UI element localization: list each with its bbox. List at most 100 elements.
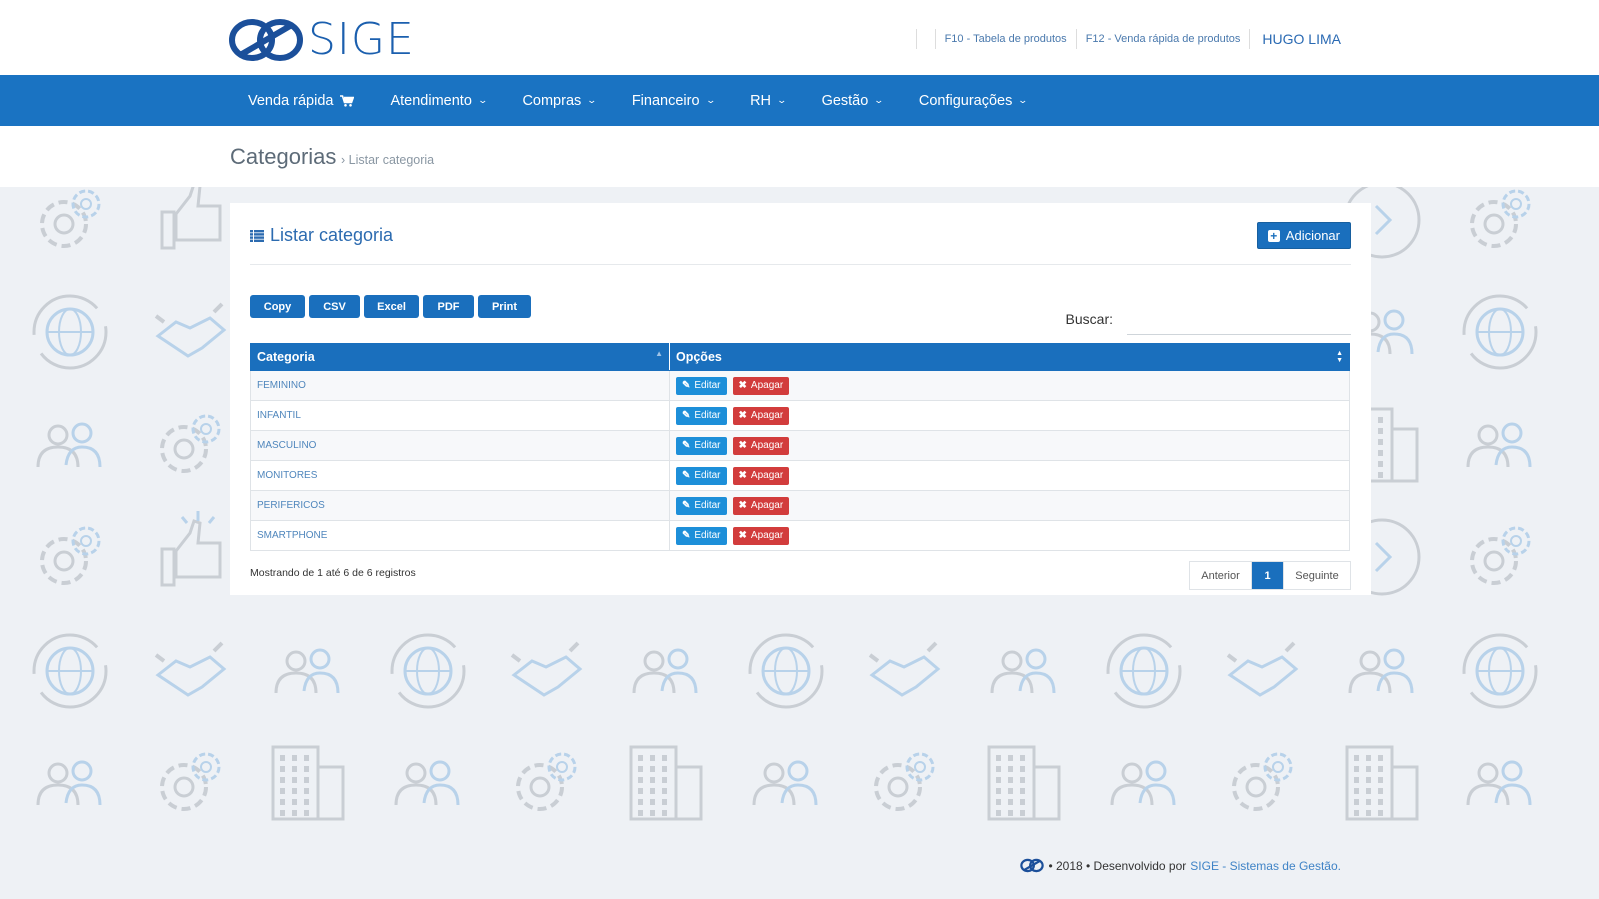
copy-button[interactable]: Copy xyxy=(250,295,305,318)
breadcrumb: › Listar categoria xyxy=(341,153,434,167)
people-pattern-icon xyxy=(1110,760,1176,806)
footer: • 2018 • Desenvolvido por SIGE - Sistema… xyxy=(1020,858,1341,873)
delete-button[interactable]: ✖ Apagar xyxy=(732,436,790,455)
divider xyxy=(250,264,1351,265)
edit-button-label: Editar xyxy=(694,410,721,421)
people-pattern-icon xyxy=(36,760,102,806)
gear-pattern-icon xyxy=(874,752,935,811)
edit-button[interactable]: ✎ Editar xyxy=(676,376,727,395)
nav-compras[interactable]: Compras ⌄ xyxy=(504,75,613,126)
footer-brand-link[interactable]: SIGE - Sistemas de Gestão. xyxy=(1190,859,1341,873)
list-card: Listar categoria + Adicionar Copy CSV Ex… xyxy=(230,203,1371,595)
sort-asc-icon: ▲ xyxy=(655,349,663,358)
pencil-icon: ✎ xyxy=(682,530,691,541)
delete-button[interactable]: ✖ Apagar xyxy=(732,526,790,545)
hand-pattern-icon xyxy=(1226,641,1299,697)
page-1-button[interactable]: 1 xyxy=(1252,562,1283,589)
next-page-button[interactable]: Seguinte xyxy=(1283,562,1350,589)
breadcrumb-current: Listar categoria xyxy=(348,153,435,167)
user-menu[interactable]: HUGO LIMA xyxy=(1262,31,1341,47)
chevron-down-icon: ⌄ xyxy=(705,95,716,105)
pdf-button[interactable]: PDF xyxy=(423,295,474,318)
edit-button[interactable]: ✎ Editar xyxy=(676,436,727,455)
pencil-icon: ✎ xyxy=(682,410,691,421)
column-header-opcoes[interactable]: Opções ▲ ▼ xyxy=(669,343,1350,371)
delete-button-label: Apagar xyxy=(750,380,784,391)
globe-pattern-icon xyxy=(390,633,466,709)
hand-pattern-icon xyxy=(154,641,227,697)
page-header: Categorias › Listar categoria xyxy=(0,126,1599,187)
top-header: SIGE F10 - Tabela de produtos F12 - Vend… xyxy=(0,0,1599,75)
pencil-icon: ✎ xyxy=(682,440,691,451)
search-input[interactable] xyxy=(1127,306,1351,335)
nav-configuracoes[interactable]: Configurações ⌄ xyxy=(901,75,1045,126)
excel-button[interactable]: Excel xyxy=(364,295,419,318)
category-name-cell[interactable]: PERIFERICOS xyxy=(250,490,670,521)
sort-icon: ▲ ▼ xyxy=(1336,350,1343,364)
edit-button[interactable]: ✎ Editar xyxy=(676,526,727,545)
close-icon: ✖ xyxy=(738,470,747,481)
main-nav: Venda rápida Atendimento ⌄ Compras ⌄ Finan… xyxy=(0,75,1599,126)
chevron-down-icon: ⌄ xyxy=(586,95,598,105)
category-name-cell[interactable]: MASCULINO xyxy=(250,430,670,461)
building-pattern-icon xyxy=(629,745,703,821)
close-icon: ✖ xyxy=(738,410,747,421)
table-row: INFANTIL ✎ Editar ✖ Apagar xyxy=(250,400,1350,431)
search-label: Buscar: xyxy=(1065,311,1113,327)
edit-button[interactable]: ✎ Editar xyxy=(676,496,727,515)
category-name-cell[interactable]: MONITORES xyxy=(250,460,670,491)
building-pattern-icon xyxy=(987,745,1061,821)
pencil-icon: ✎ xyxy=(682,470,691,481)
nav-rh[interactable]: RH ⌄ xyxy=(732,75,804,126)
edit-button[interactable]: ✎ Editar xyxy=(676,406,727,425)
people-pattern-icon xyxy=(1466,760,1532,806)
thumb-pattern-icon xyxy=(160,187,222,250)
delete-button[interactable]: ✖ Apagar xyxy=(732,466,790,485)
plus-square-icon: + xyxy=(1267,229,1280,242)
add-button[interactable]: + Adicionar xyxy=(1256,222,1351,249)
edit-button-label: Editar xyxy=(694,530,721,541)
edit-button[interactable]: ✎ Editar xyxy=(676,466,727,485)
nav-financeiro[interactable]: Financeiro ⌄ xyxy=(614,75,732,126)
nav-venda-rapida[interactable]: Venda rápida xyxy=(230,75,372,126)
nav-atendimento[interactable]: Atendimento ⌄ xyxy=(372,75,504,126)
csv-button[interactable]: CSV xyxy=(309,295,360,318)
gear-pattern-icon xyxy=(160,414,221,473)
thumb-pattern-icon xyxy=(160,511,222,587)
gear-pattern-icon xyxy=(1232,752,1293,811)
globe-pattern-icon xyxy=(32,633,108,709)
hand-pattern-icon xyxy=(154,302,227,358)
gear-pattern-icon xyxy=(1470,526,1531,585)
nav-gestao[interactable]: Gestão ⌄ xyxy=(804,75,901,126)
category-name-cell[interactable]: FEMININO xyxy=(250,370,670,401)
gear-pattern-icon xyxy=(160,752,221,811)
breadcrumb-separator: › xyxy=(341,153,346,167)
previous-page-button[interactable]: Anterior xyxy=(1190,562,1252,589)
page-title: Categorias xyxy=(230,144,337,169)
f10-shortcut-link[interactable]: F10 - Tabela de produtos xyxy=(945,33,1067,45)
delete-button-label: Apagar xyxy=(750,500,784,511)
delete-button[interactable]: ✖ Apagar xyxy=(732,496,790,515)
divider xyxy=(1249,29,1251,49)
globe-pattern-icon xyxy=(1462,633,1538,709)
category-name-cell[interactable]: INFANTIL xyxy=(250,400,670,431)
category-name-cell[interactable]: SMARTPHONE xyxy=(250,520,670,551)
sige-logo[interactable]: SIGE xyxy=(228,16,415,64)
chevron-down-icon: ⌄ xyxy=(776,95,788,105)
options-cell: ✎ Editar ✖ Apagar xyxy=(669,400,1350,431)
options-cell: ✎ Editar ✖ Apagar xyxy=(669,490,1350,521)
delete-button[interactable]: ✖ Apagar xyxy=(732,376,790,395)
people-pattern-icon xyxy=(36,422,102,468)
table-row: MASCULINO ✎ Editar ✖ Apagar xyxy=(250,430,1350,461)
chevron-down-icon: ⌄ xyxy=(1017,95,1029,105)
pencil-icon: ✎ xyxy=(682,380,691,391)
nav-label: Venda rápida xyxy=(248,92,334,109)
divider xyxy=(915,29,917,49)
delete-button[interactable]: ✖ Apagar xyxy=(732,406,790,425)
table-header-row: Categoria ▲ Opções ▲ ▼ xyxy=(250,343,1350,371)
print-button[interactable]: Print xyxy=(478,295,531,318)
shortcut-bar: F10 - Tabela de produtos F12 - Venda ráp… xyxy=(907,28,1341,50)
f12-shortcut-link[interactable]: F12 - Venda rápida de produtos xyxy=(1086,33,1241,45)
column-header-categoria[interactable]: Categoria ▲ xyxy=(250,343,670,371)
building-pattern-icon xyxy=(1345,745,1419,821)
